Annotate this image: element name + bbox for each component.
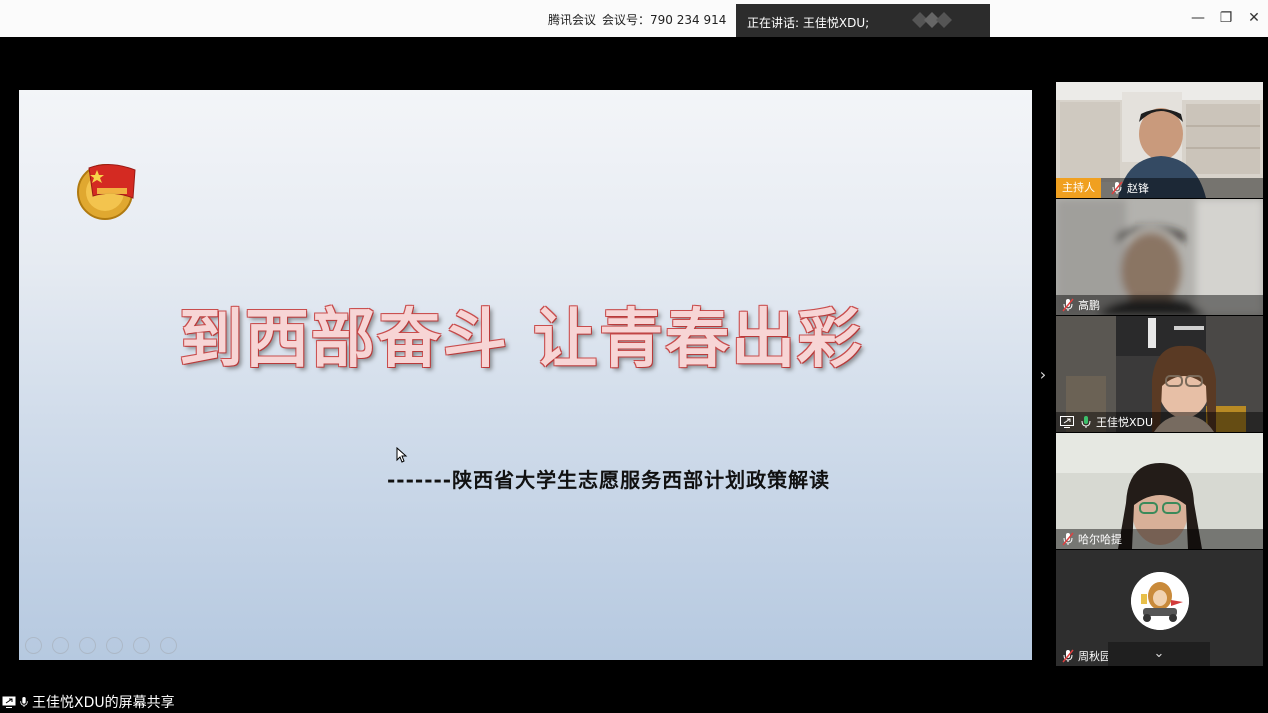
cartoon-avatar-icon bbox=[1131, 572, 1189, 630]
mic-muted-icon[interactable] bbox=[1062, 298, 1074, 312]
mic-active-icon[interactable] bbox=[1080, 415, 1092, 429]
meeting-id[interactable]: 会议号：790 234 914 bbox=[602, 13, 726, 27]
participant-tile[interactable]: 主持人 赵锋 bbox=[1056, 82, 1263, 198]
speaking-indicator: 正在讲话: 王佳悦XDU; bbox=[736, 4, 990, 37]
more-icon bbox=[160, 637, 177, 654]
mic-muted-icon[interactable] bbox=[1062, 532, 1074, 546]
share-status-text: 王佳悦XDU的屏幕共享 bbox=[32, 695, 175, 711]
slide-subtitle: -------陕西省大学生志愿服务西部计划政策解读 bbox=[387, 468, 831, 492]
participant-name-bar: 王佳悦XDU bbox=[1056, 412, 1263, 432]
shared-screen: 到西部奋斗 让青春出彩 -------陕西省大学生志愿服务西部计划政策解读 bbox=[19, 90, 1032, 660]
mouse-cursor-icon bbox=[396, 447, 408, 463]
avatar bbox=[1131, 572, 1189, 630]
app-name: 腾讯会议 bbox=[548, 13, 597, 27]
mic-muted-icon[interactable] bbox=[1111, 181, 1123, 195]
participant-name: 赵锋 bbox=[1127, 182, 1149, 195]
participant-name: 哈尔哈提 bbox=[1078, 533, 1122, 546]
participant-tile[interactable]: 王佳悦XDU bbox=[1056, 316, 1263, 432]
zoom-icon bbox=[133, 637, 150, 654]
participant-name: 王佳悦XDU bbox=[1096, 416, 1154, 429]
slides-icon bbox=[106, 637, 123, 654]
panel-toggle-chevron-icon[interactable]: › bbox=[1036, 364, 1050, 386]
pen-icon bbox=[79, 637, 96, 654]
more-participants-chevron-icon[interactable]: ⌄ bbox=[1108, 642, 1210, 666]
next-slide-icon bbox=[52, 637, 69, 654]
speaking-text: 正在讲话: 王佳悦XDU; bbox=[747, 16, 870, 30]
restore-button[interactable]: ❐ bbox=[1216, 8, 1236, 28]
participant-name-bar: 高鹏 bbox=[1056, 295, 1263, 315]
prev-slide-icon bbox=[25, 637, 42, 654]
mic-muted-icon[interactable] bbox=[1062, 649, 1074, 663]
participant-tile[interactable]: 高鹏 bbox=[1056, 199, 1263, 315]
slide-title: 到西部奋斗 让青春出彩 bbox=[179, 302, 864, 377]
minimize-button[interactable]: — bbox=[1188, 8, 1208, 28]
slideshow-controls bbox=[25, 637, 177, 654]
participant-name-bar: 主持人 赵锋 bbox=[1056, 178, 1263, 198]
host-badge: 主持人 bbox=[1056, 178, 1101, 198]
speaking-wave-icon bbox=[912, 12, 952, 28]
title-bar: 腾讯会议 会议号：790 234 914 正在讲话: 王佳悦XDU; — ❐ ✕ bbox=[0, 0, 1268, 37]
participant-name: 周秋园 bbox=[1078, 650, 1111, 663]
meeting-info: 腾讯会议 会议号：790 234 914 bbox=[548, 11, 732, 28]
participant-tile[interactable]: 哈尔哈提 bbox=[1056, 433, 1263, 549]
close-button[interactable]: ✕ bbox=[1244, 8, 1264, 28]
mic-icon bbox=[20, 697, 28, 707]
youth-league-emblem-icon bbox=[77, 164, 136, 220]
participant-name: 高鹏 bbox=[1078, 299, 1100, 312]
participant-name-bar: 哈尔哈提 bbox=[1056, 529, 1263, 549]
screen-share-icon bbox=[2, 696, 16, 708]
screen-share-icon bbox=[1060, 416, 1074, 428]
screen-share-status: 王佳悦XDU的屏幕共享 bbox=[2, 692, 175, 712]
